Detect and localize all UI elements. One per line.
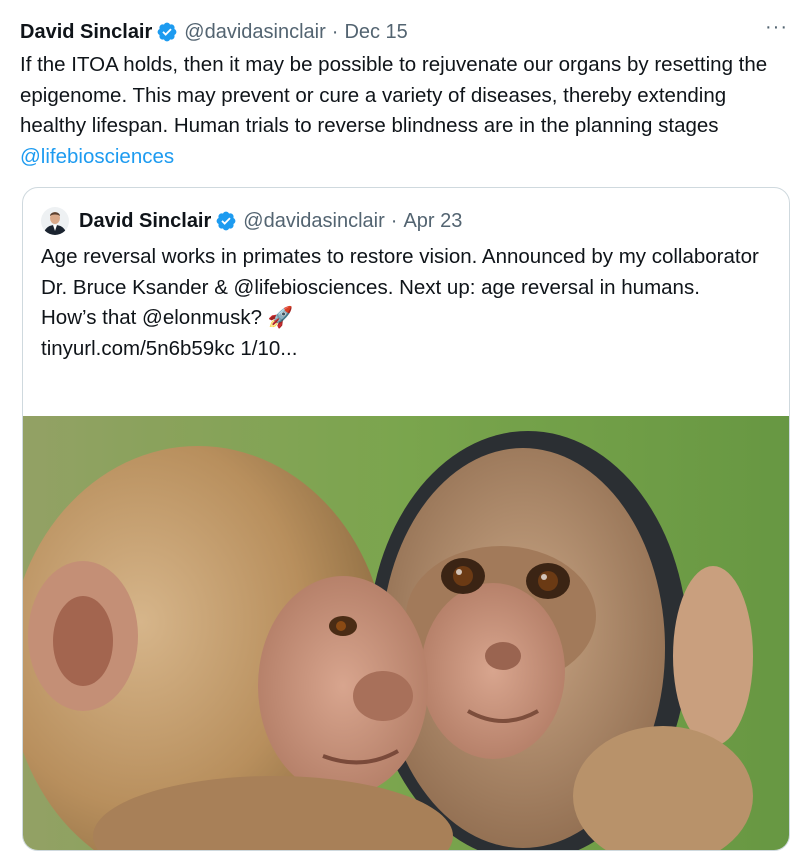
author-avatar-icon <box>41 207 69 235</box>
quoted-text-line: How’s that @elonmusk? 🚀 <box>41 306 294 329</box>
quoted-text-line: Age reversal works in primates to restor… <box>41 245 759 299</box>
quoted-separator-dot: · <box>390 209 398 232</box>
tweet-text: If the ITOA holds, then it may be possib… <box>20 50 790 172</box>
avatar[interactable] <box>41 207 69 235</box>
more-options-icon[interactable]: ··· <box>765 16 788 39</box>
separator-dot: · <box>331 20 339 43</box>
tweet-media-image[interactable] <box>23 416 789 850</box>
quoted-tweet-date[interactable]: Apr 23 <box>403 210 462 233</box>
mention-link[interactable]: @lifebiosciences <box>20 145 174 168</box>
tweet-date[interactable]: Dec 15 <box>344 21 407 44</box>
quoted-tweet-header: David Sinclair @davidasinclair · Apr 23 <box>41 206 462 236</box>
quoted-verified-badge-icon <box>216 211 236 231</box>
author-name[interactable]: David Sinclair <box>20 21 152 44</box>
quoted-author-name[interactable]: David Sinclair <box>79 210 211 233</box>
tweet-header: David Sinclair @davidasinclair · Dec 15 … <box>20 16 788 46</box>
quoted-text-line: tinyurl.com/5n6b59kc 1/10... <box>41 336 298 360</box>
verified-badge-icon <box>157 22 177 42</box>
quoted-tweet-text: Age reversal works in primates to restor… <box>41 242 776 364</box>
monkey-mirror-photo-icon <box>23 416 789 850</box>
quoted-tweet-card[interactable]: David Sinclair @davidasinclair · Apr 23 … <box>22 187 790 851</box>
tweet-body: If the ITOA holds, then it may be possib… <box>20 53 768 137</box>
author-handle[interactable]: @davidasinclair <box>184 21 325 44</box>
quoted-author-handle[interactable]: @davidasinclair <box>243 210 384 233</box>
